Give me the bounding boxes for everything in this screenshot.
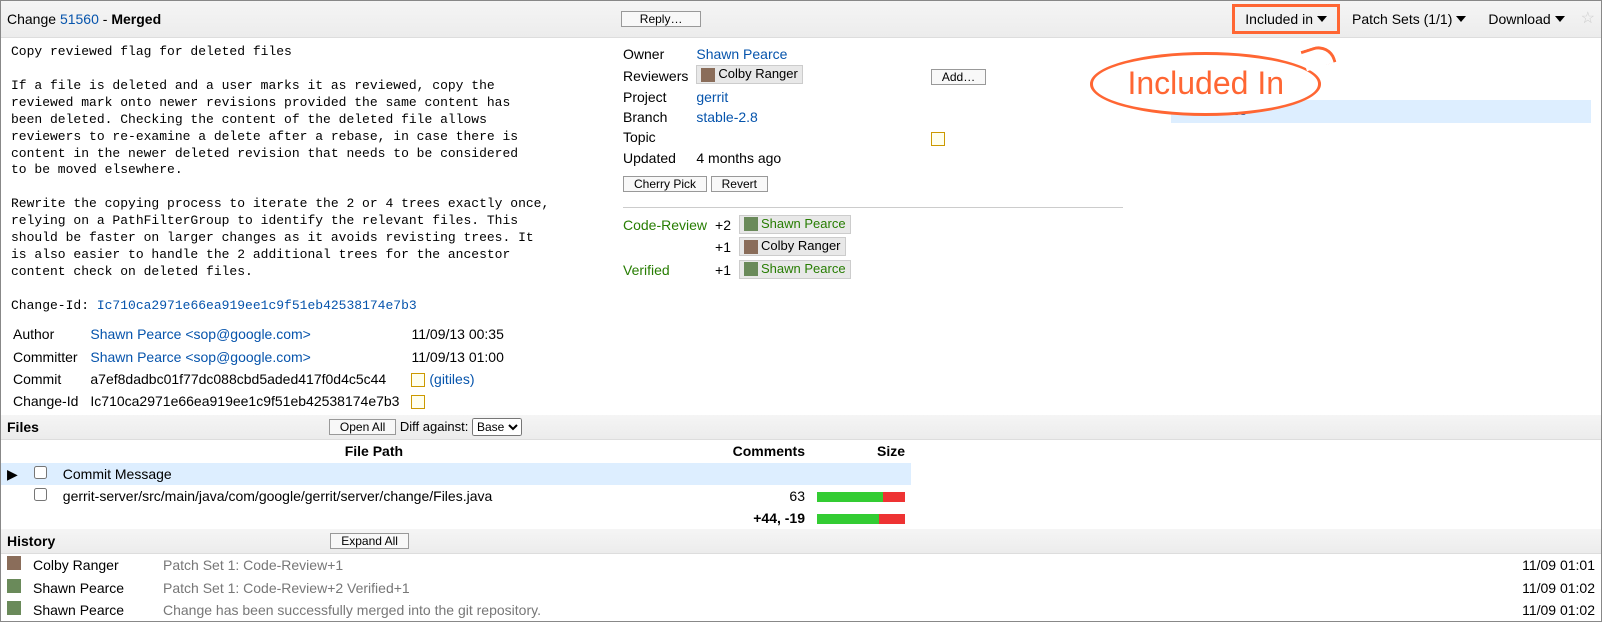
copy-icon[interactable] [411,373,425,387]
reply-button[interactable]: Reply… [621,11,701,27]
history-row[interactable]: Colby RangerPatch Set 1: Code-Review+111… [1,554,1601,576]
file-row[interactable]: ▶Commit Message [1,463,911,485]
branch-label: Branch [623,107,696,127]
avatar [744,217,758,231]
commit-metadata: AuthorShawn Pearce <sop@google.com>11/09… [1,320,526,415]
committer-link[interactable]: Shawn Pearce <sop@google.com> [90,349,310,365]
file-table: File PathCommentsSize ▶Commit Message ge… [1,440,911,529]
avatar [744,240,758,254]
history-row[interactable]: Shawn PearceChange has been successfully… [1,599,1601,621]
avatar [7,556,21,570]
patchsets-dropdown[interactable]: Patch Sets (1/1) [1342,7,1476,31]
commit-hash: a7ef8dadbc01f77dc088cbd5aded417f0d4c5c44 [90,369,409,389]
diff-against-select[interactable]: Base [472,418,522,436]
history-row[interactable]: Shawn PearcePatch Set 1: Code-Review+2 V… [1,577,1601,599]
add-reviewer-button[interactable]: Add… [931,69,986,85]
gitiles-link[interactable]: (gitiles) [429,371,474,387]
vote-chip[interactable]: Shawn Pearce [739,215,851,234]
vote-chip[interactable]: Colby Ranger [739,237,846,256]
updated-value: 4 months ago [696,148,811,168]
reviewed-checkbox[interactable] [34,466,47,479]
included-in-dropdown[interactable]: Included in [1232,4,1340,34]
change-info: OwnerShawn Pearce Reviewers Colby Ranger… [613,38,1601,320]
change-label: Change [7,10,56,28]
copy-icon[interactable] [411,395,425,409]
annotation-bubble: Included In [1090,52,1321,116]
diff-summary: +44, -19 [753,510,805,526]
reviewed-checkbox[interactable] [34,488,47,501]
updated-label: Updated [623,148,696,168]
owner-link[interactable]: Shawn Pearce [696,46,787,62]
open-all-button[interactable]: Open All [329,419,396,435]
verified-label: Verified [623,259,715,282]
chevron-down-icon [1317,16,1327,22]
code-review-label: Code-Review [623,214,715,237]
author-link[interactable]: Shawn Pearce <sop@google.com> [90,326,310,342]
reviewers-label: Reviewers [623,64,696,87]
change-id-value: Ic710ca2971e66ea919ee1c9f51eb42538174e7b… [90,391,409,411]
topic-label: Topic [623,127,696,147]
commit-message: Copy reviewed flag for deleted files If … [1,38,613,320]
cherry-pick-button[interactable]: Cherry Pick [623,176,707,192]
reviewer-chip[interactable]: Colby Ranger [696,65,803,84]
avatar [7,579,21,593]
change-status: Merged [111,10,161,28]
avatar [744,262,758,276]
avatar [7,601,21,615]
top-bar: Change 51560 - Merged Reply… Included in… [1,1,1601,38]
expand-all-button[interactable]: Expand All [330,533,409,549]
download-dropdown[interactable]: Download [1478,7,1574,31]
project-label: Project [623,87,696,107]
star-icon[interactable]: ☆ [1581,9,1595,30]
change-id-link[interactable]: 51560 [60,10,99,28]
history-header: History [7,532,55,550]
project-link[interactable]: gerrit [696,89,728,105]
owner-label: Owner [623,44,696,64]
vote-chip[interactable]: Shawn Pearce [739,260,851,279]
chevron-down-icon [1456,16,1466,22]
edit-icon[interactable] [931,132,945,146]
files-header: Files [7,418,39,436]
history-table: Colby RangerPatch Set 1: Code-Review+111… [1,554,1601,621]
change-id-link[interactable]: Ic710ca2971e66ea919ee1c9f51eb42538174e7b… [97,298,417,313]
file-row[interactable]: gerrit-server/src/main/java/com/google/g… [1,485,911,507]
revert-button[interactable]: Revert [711,176,768,192]
chevron-down-icon [1555,16,1565,22]
branch-link[interactable]: stable-2.8 [696,109,757,125]
avatar [701,68,715,82]
